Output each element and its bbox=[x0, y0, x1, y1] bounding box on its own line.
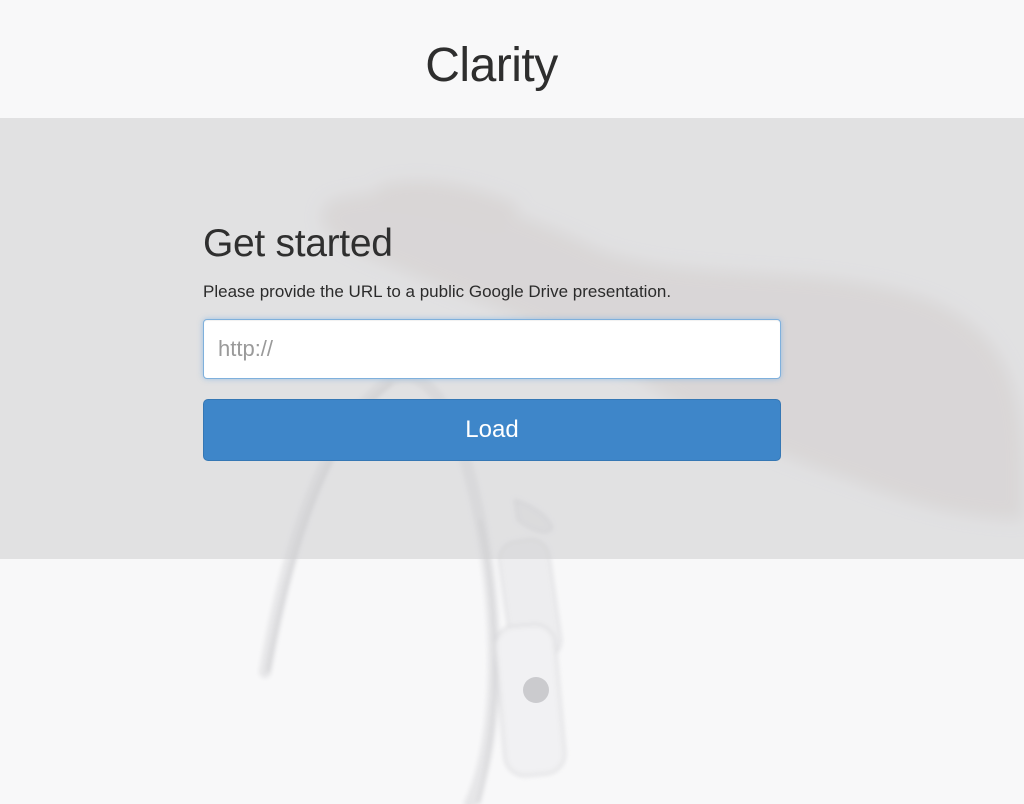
load-button[interactable]: Load bbox=[203, 399, 781, 461]
instructions-text: Please provide the URL to a public Googl… bbox=[203, 282, 672, 301]
get-started-panel: Get started Please provide the URL to a … bbox=[203, 220, 781, 461]
presentation-url-input[interactable] bbox=[203, 319, 781, 379]
app-title: Clarity bbox=[425, 39, 558, 92]
glasses-camera-dot bbox=[523, 677, 549, 703]
get-started-heading: Get started bbox=[203, 222, 393, 265]
app-header: Clarity bbox=[0, 0, 1024, 118]
